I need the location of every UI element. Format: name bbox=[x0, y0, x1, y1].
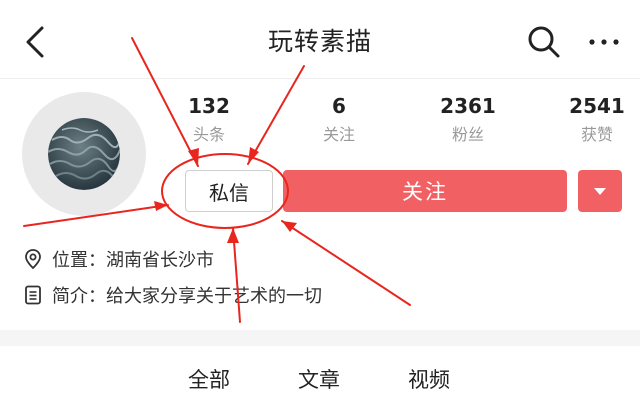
stat-label: 关注 bbox=[322, 125, 355, 144]
header-divider bbox=[0, 78, 640, 79]
stat-likes[interactable]: 2541 获赞 bbox=[552, 94, 640, 145]
tab-videos[interactable]: 视频 bbox=[408, 364, 450, 394]
tab-articles[interactable]: 文章 bbox=[298, 364, 340, 394]
bio-value: 给大家分享关于艺术的一切 bbox=[106, 286, 322, 307]
arrowhead-top-left bbox=[188, 148, 199, 166]
document-icon bbox=[25, 285, 41, 305]
stat-following[interactable]: 6 关注 bbox=[294, 94, 384, 145]
bio-label: 简介： bbox=[52, 286, 106, 307]
stat-label: 获赞 bbox=[580, 125, 613, 144]
avatar[interactable] bbox=[22, 92, 146, 216]
stat-value: 6 bbox=[332, 94, 346, 118]
stat-value: 2361 bbox=[440, 94, 496, 118]
tab-all[interactable]: 全部 bbox=[188, 364, 230, 394]
more-icon[interactable] bbox=[586, 28, 622, 56]
location-row: 位置： 湖南省长沙市 bbox=[22, 244, 214, 274]
follow-button[interactable]: 关注 bbox=[283, 170, 567, 212]
arrowhead-left bbox=[154, 201, 168, 211]
arrowhead-bottom-right bbox=[282, 221, 297, 232]
follow-options-button[interactable] bbox=[578, 170, 622, 212]
avatar-image bbox=[48, 118, 120, 190]
caret-down-icon bbox=[594, 188, 606, 195]
content-tabs: 全部 文章 视频 bbox=[0, 346, 640, 401]
arrowhead-top-right bbox=[248, 147, 259, 164]
stat-value: 2541 bbox=[569, 94, 625, 118]
search-icon[interactable] bbox=[526, 24, 562, 60]
location-label: 位置： bbox=[52, 250, 106, 271]
arrowhead-bottom bbox=[227, 228, 239, 243]
top-bar: 玩转素描 bbox=[0, 0, 640, 80]
stat-value: 132 bbox=[188, 94, 230, 118]
stat-label: 头条 bbox=[192, 125, 225, 144]
section-divider bbox=[0, 330, 640, 346]
location-pin-icon bbox=[25, 249, 41, 270]
stat-followers[interactable]: 2361 粉丝 bbox=[423, 94, 513, 145]
bio-row: 简介： 给大家分享关于艺术的一切 bbox=[22, 280, 322, 310]
message-button[interactable]: 私信 bbox=[185, 170, 273, 212]
stat-posts[interactable]: 132 头条 bbox=[164, 94, 254, 145]
location-value: 湖南省长沙市 bbox=[106, 250, 214, 271]
stat-label: 粉丝 bbox=[451, 125, 484, 144]
